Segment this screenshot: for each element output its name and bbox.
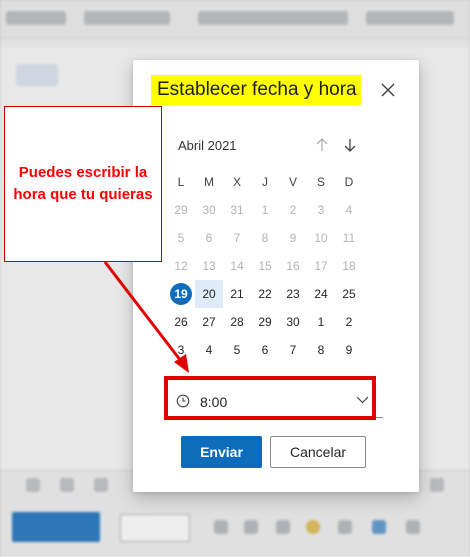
calendar-day[interactable]: 27	[195, 308, 223, 336]
calendar-day[interactable]: 21	[223, 280, 251, 308]
calendar-day[interactable]: 2	[335, 308, 363, 336]
annotation-callout-text: Puedes escribir la hora que tu quieras	[13, 164, 153, 203]
calendar-day[interactable]: 4	[195, 336, 223, 364]
set-date-time-dialog: Establecer fecha y hora Abril 2021 L M X J V…	[133, 60, 419, 492]
calendar-day[interactable]: 3	[307, 196, 335, 224]
calendar-day[interactable]: 6	[195, 224, 223, 252]
calendar-day[interactable]: 31	[223, 196, 251, 224]
weekday-label: D	[344, 175, 354, 189]
calendar-day[interactable]: 13	[195, 252, 223, 280]
calendar-day-today[interactable]: 19	[167, 280, 195, 308]
arrow-up-icon	[316, 138, 328, 151]
calendar-day[interactable]: 5	[167, 224, 195, 252]
weekday-label: V	[288, 175, 297, 189]
annotation-callout: Puedes escribir la hora que tu quieras	[4, 106, 162, 262]
close-icon	[381, 83, 395, 97]
cancel-button[interactable]: Cancelar	[270, 436, 366, 468]
calendar-day[interactable]: 4	[335, 196, 363, 224]
calendar-day[interactable]: 8	[251, 224, 279, 252]
weekday-label: X	[232, 175, 241, 189]
calendar-day[interactable]: 17	[307, 252, 335, 280]
calendar-day[interactable]: 16	[279, 252, 307, 280]
send-button[interactable]: Enviar	[181, 436, 262, 468]
next-month-button[interactable]	[341, 136, 359, 154]
month-label: Abril 2021	[178, 138, 237, 153]
annotation-highlight-box	[164, 376, 376, 420]
calendar-day[interactable]: 1	[251, 196, 279, 224]
calendar-day[interactable]: 30	[195, 196, 223, 224]
calendar-grid: L M X J V S D 29 30 31 1 2 3 4 5 6 7 8 9 10 11 12 13 14 15 16 17 18…	[167, 168, 391, 364]
weekday-label: L	[177, 175, 185, 189]
calendar-day[interactable]: 29	[251, 308, 279, 336]
calendar-day[interactable]: 24	[307, 280, 335, 308]
calendar-day[interactable]: 5	[223, 336, 251, 364]
calendar-day[interactable]: 18	[335, 252, 363, 280]
calendar-week-row: 29 30 31 1 2 3 4	[167, 196, 391, 224]
calendar-day[interactable]: 1	[307, 308, 335, 336]
calendar-week-row: 5 6 7 8 9 10 11	[167, 224, 391, 252]
calendar-day[interactable]: 22	[251, 280, 279, 308]
close-button[interactable]	[375, 77, 401, 103]
calendar-day[interactable]: 29	[167, 196, 195, 224]
calendar-week-row: 12 13 14 15 16 17 18	[167, 252, 391, 280]
calendar-week-row: 19 20 21 22 23 24 25	[167, 280, 391, 308]
calendar-day[interactable]: 7	[223, 224, 251, 252]
calendar-day[interactable]: 9	[279, 224, 307, 252]
calendar-day[interactable]: 10	[307, 224, 335, 252]
calendar-day[interactable]: 2	[279, 196, 307, 224]
previous-month-button[interactable]	[313, 136, 331, 154]
calendar-day[interactable]: 14	[223, 252, 251, 280]
calendar-day[interactable]: 9	[335, 336, 363, 364]
arrow-down-icon	[344, 139, 356, 152]
calendar-day[interactable]: 7	[279, 336, 307, 364]
calendar-day[interactable]: 3	[167, 336, 195, 364]
calendar-day[interactable]: 15	[251, 252, 279, 280]
calendar-day[interactable]: 12	[167, 252, 195, 280]
weekday-header-row: LMXJVSD	[167, 168, 391, 196]
calendar-week-row: 26 27 28 29 30 1 2	[167, 308, 391, 336]
calendar-day-selected[interactable]: 20	[195, 280, 223, 308]
calendar-day[interactable]: 23	[279, 280, 307, 308]
calendar-day[interactable]: 11	[335, 224, 363, 252]
dialog-title: Establecer fecha y hora	[151, 75, 361, 105]
calendar-day[interactable]: 30	[279, 308, 307, 336]
calendar-day[interactable]: 6	[251, 336, 279, 364]
calendar-day[interactable]: 28	[223, 308, 251, 336]
calendar-day[interactable]: 25	[335, 280, 363, 308]
weekday-label: J	[262, 175, 268, 189]
weekday-label: M	[204, 175, 214, 189]
calendar-day[interactable]: 26	[167, 308, 195, 336]
today-day-number: 19	[170, 283, 192, 305]
weekday-label: S	[316, 175, 325, 189]
calendar-day[interactable]: 8	[307, 336, 335, 364]
calendar-week-row: 3456789	[167, 336, 391, 364]
